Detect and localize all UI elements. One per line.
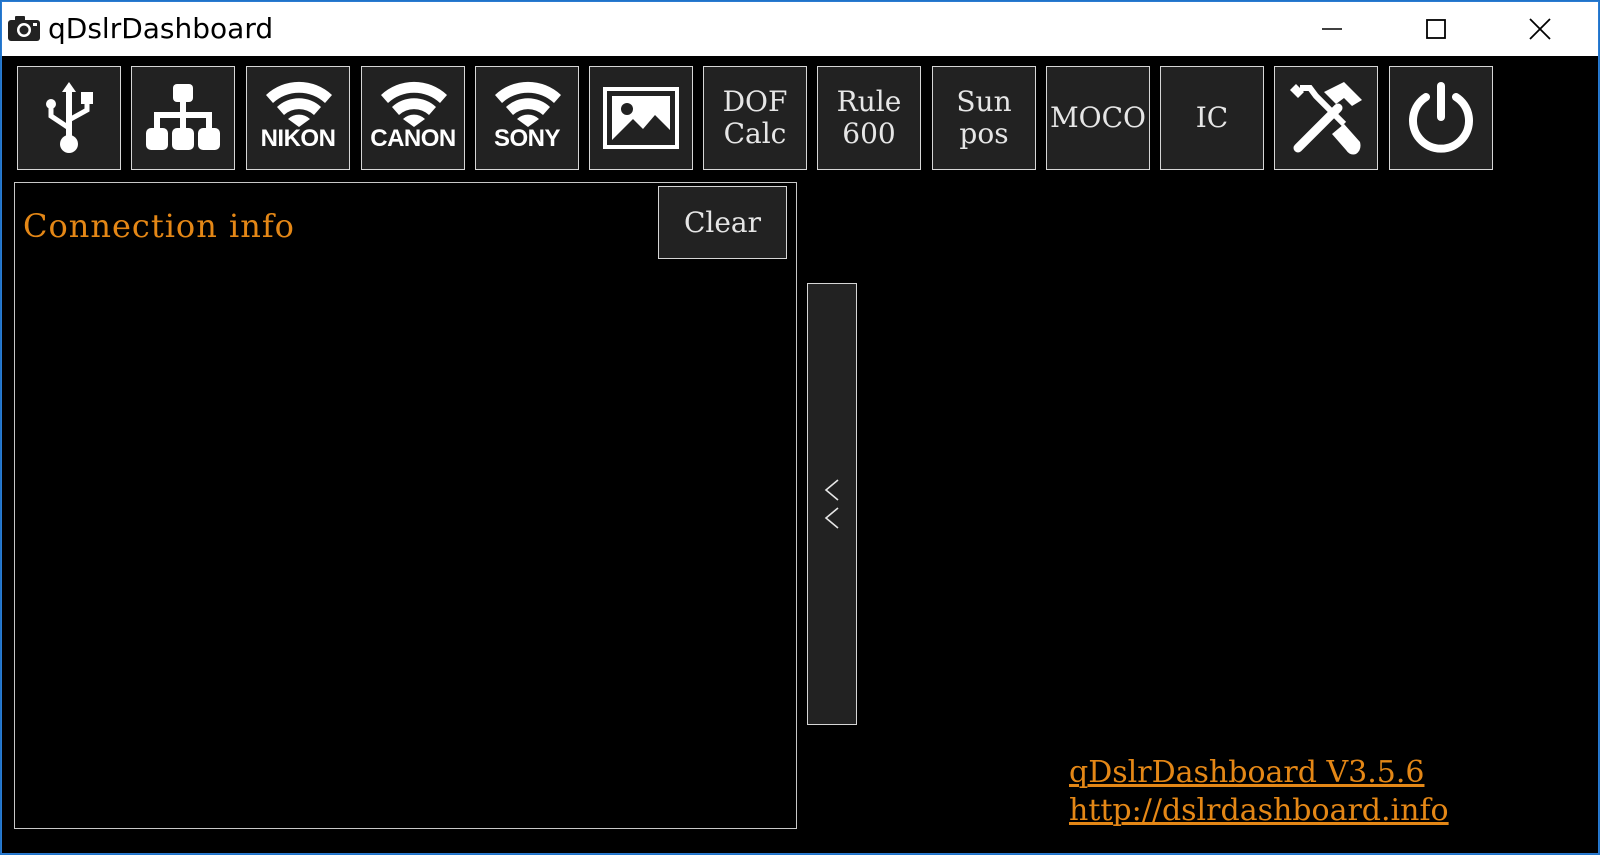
network-tree-icon (146, 84, 220, 150)
connection-info-text: Connection info (23, 207, 295, 245)
app-window: qDslrDashboard NIKON CANON SONY DOF Calc… (1, 1, 1599, 854)
title-bar: qDslrDashboard (2, 2, 1598, 56)
sun-pos-button[interactable]: Sun pos (932, 66, 1036, 170)
footer-info: qDslrDashboard V3.5.6 http://dslrdashboa… (1069, 754, 1449, 830)
usb-button[interactable] (17, 66, 121, 170)
close-button[interactable] (1490, 2, 1590, 56)
clear-button[interactable]: Clear (658, 186, 787, 259)
gallery-button[interactable] (589, 66, 693, 170)
tools-icon (1290, 82, 1362, 155)
nikon-wifi-button[interactable]: NIKON (246, 66, 350, 170)
canon-wifi-button[interactable]: CANON (361, 66, 465, 170)
nikon-label: NIKON (260, 125, 336, 152)
website-link[interactable]: http://dslrdashboard.info (1069, 792, 1449, 830)
dof-calc-button[interactable]: DOF Calc (703, 66, 807, 170)
minimize-icon (1322, 28, 1342, 30)
camera-icon (8, 16, 40, 41)
wifi-icon (266, 81, 332, 127)
minimize-button[interactable] (1282, 2, 1382, 56)
window-title: qDslrDashboard (48, 12, 274, 45)
sony-label: SONY (493, 125, 561, 152)
moco-button[interactable]: MOCO (1046, 66, 1150, 170)
wifi-icon (495, 81, 561, 127)
power-icon (1409, 82, 1473, 153)
image-icon (603, 87, 679, 149)
connection-log-panel: Connection info Clear (14, 182, 797, 829)
maximize-icon (1426, 19, 1446, 39)
canon-label: CANON (370, 125, 456, 152)
rule-600-button[interactable]: Rule 600 (817, 66, 921, 170)
network-button[interactable] (131, 66, 235, 170)
maximize-button[interactable] (1386, 2, 1486, 56)
close-icon (1529, 18, 1551, 40)
double-chevron-left-icon (824, 479, 839, 529)
sun-pos-label: Sun pos (956, 85, 1012, 150)
moco-label: MOCO (1049, 101, 1146, 134)
version-link[interactable]: qDslrDashboard V3.5.6 (1069, 754, 1449, 792)
collapse-panel-button[interactable] (807, 283, 857, 725)
wifi-icon (381, 81, 447, 127)
settings-button[interactable] (1274, 66, 1378, 170)
ic-button[interactable]: IC (1160, 66, 1264, 170)
rule-600-label: Rule 600 (836, 85, 902, 150)
power-button[interactable] (1389, 66, 1493, 170)
sony-wifi-button[interactable]: SONY (475, 66, 579, 170)
ic-label: IC (1195, 101, 1229, 134)
dof-calc-label: DOF Calc (722, 85, 788, 150)
usb-icon (46, 82, 93, 153)
